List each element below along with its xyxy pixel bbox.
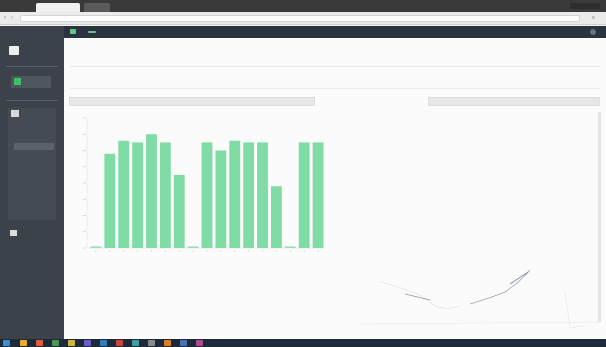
browser-tab-inactive[interactable] — [84, 3, 110, 12]
sidebar-subitem[interactable] — [16, 192, 56, 199]
folder-icon — [11, 110, 19, 117]
address-bar[interactable] — [20, 15, 580, 22]
app-icon[interactable] — [84, 340, 91, 346]
chart-bar[interactable] — [312, 142, 324, 249]
chart-bar[interactable] — [243, 142, 255, 249]
chart-bar[interactable] — [215, 150, 227, 249]
sidebar-subitem[interactable] — [16, 176, 56, 183]
app-icon[interactable] — [36, 340, 43, 346]
chart-bar[interactable] — [201, 142, 213, 249]
settings-icon[interactable] — [10, 230, 17, 236]
sidebar-subitem[interactable] — [16, 200, 56, 207]
sidebar-subitem[interactable] — [16, 160, 56, 167]
chart-bar[interactable] — [173, 174, 185, 249]
browser-tab-active[interactable] — [36, 3, 80, 12]
window-controls[interactable] — [570, 3, 600, 9]
chart-bar[interactable] — [104, 153, 116, 248]
app-icon[interactable] — [68, 340, 75, 346]
forward-arrow-icon[interactable]: › — [11, 15, 17, 21]
chart-bar[interactable] — [90, 246, 102, 249]
app-header — [64, 26, 606, 38]
sidebar-logo-icon — [9, 46, 19, 55]
chart-bar[interactable] — [159, 142, 171, 249]
app-icon[interactable] — [116, 340, 123, 346]
logo-badge — [88, 31, 96, 33]
sidebar-item-selected[interactable] — [14, 143, 54, 150]
sidebar-divider — [6, 66, 58, 67]
content-divider — [70, 66, 600, 67]
app-icon[interactable] — [196, 340, 203, 346]
sidebar-item[interactable] — [12, 136, 52, 143]
chart-bar[interactable] — [132, 142, 143, 249]
chart-bar[interactable] — [118, 140, 130, 248]
chart-bar[interactable] — [284, 246, 296, 249]
chart-bar[interactable] — [146, 134, 157, 248]
sidebar-subitem[interactable] — [16, 168, 56, 175]
app-logo[interactable] — [85, 27, 96, 37]
chart-bar[interactable] — [229, 140, 241, 248]
chart-bar[interactable] — [187, 246, 199, 249]
app-icon[interactable] — [52, 340, 59, 346]
app-icon[interactable] — [148, 340, 155, 346]
start-icon[interactable] — [3, 340, 10, 346]
sidebar-divider — [6, 100, 58, 101]
sidebar-subitem[interactable] — [16, 184, 56, 191]
bar-chart-svg — [83, 117, 325, 252]
app-icon[interactable] — [100, 340, 107, 346]
dashboard-icon — [14, 78, 21, 85]
chart-bar[interactable] — [257, 142, 268, 249]
chart-bar[interactable] — [271, 186, 282, 248]
app-menu-icon[interactable] — [70, 29, 76, 34]
sidebar-item[interactable] — [12, 120, 52, 127]
background-sketch — [360, 269, 600, 329]
panel-header-right — [428, 97, 600, 106]
app-icon[interactable] — [164, 340, 171, 346]
content-divider — [70, 88, 600, 89]
user-avatar[interactable] — [590, 29, 596, 35]
sidebar-item[interactable] — [12, 128, 52, 135]
panel-header-left — [69, 97, 315, 106]
menu-icon[interactable]: ≡ — [592, 15, 600, 21]
folder-icon[interactable] — [20, 340, 27, 346]
bar-chart — [69, 112, 331, 262]
chart-bar[interactable] — [298, 142, 310, 249]
sidebar-subitem[interactable] — [16, 152, 56, 159]
app-icon[interactable] — [132, 340, 139, 346]
back-arrow-icon[interactable]: ‹ — [4, 15, 10, 21]
app-icon[interactable] — [180, 340, 187, 346]
